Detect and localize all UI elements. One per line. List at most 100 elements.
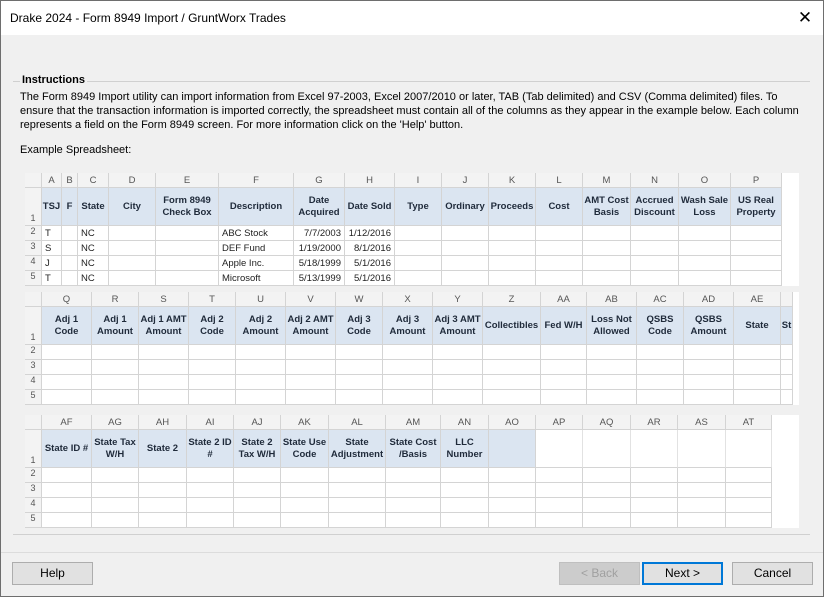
sheet-cell <box>684 360 734 375</box>
sheet-cell <box>489 241 536 256</box>
sheet-cell <box>731 256 782 271</box>
back-button[interactable]: < Back <box>559 562 640 585</box>
row-number: 3 <box>25 241 42 256</box>
column-header: State 2 ID # <box>187 430 234 468</box>
row-number: 1 <box>25 430 42 468</box>
sheet-cell <box>42 498 92 513</box>
sheet-cell <box>441 498 489 513</box>
sheet-cell <box>489 498 536 513</box>
column-header: State Adjustment <box>329 430 386 468</box>
sheet-cell <box>631 513 678 528</box>
sheet-cell: Apple Inc. <box>219 256 294 271</box>
row-number: 2 <box>25 345 42 360</box>
column-letter: AM <box>386 415 441 430</box>
sheet-cell <box>336 375 383 390</box>
sheet-cell <box>678 513 726 528</box>
sheet-cell <box>442 256 489 271</box>
column-letter: AJ <box>234 415 281 430</box>
column-header: Wash Sale Loss <box>679 188 731 226</box>
column-letter: M <box>583 173 631 188</box>
example-spreadsheet-label: Example Spreadsheet: <box>20 144 132 156</box>
sheet-cell <box>679 241 731 256</box>
sheet-cell <box>189 375 236 390</box>
sheet-cell <box>536 498 583 513</box>
sheet-cell: J <box>42 256 62 271</box>
sheet-cell <box>234 483 281 498</box>
sheet-cell <box>189 360 236 375</box>
sheet-cell <box>42 390 92 405</box>
sheet-cell <box>583 513 631 528</box>
sheet-cell <box>286 375 336 390</box>
sheet-cell <box>442 226 489 241</box>
sheet-cell <box>583 241 631 256</box>
cancel-button[interactable]: Cancel <box>732 562 813 585</box>
instructions-heading: Instructions <box>20 74 87 86</box>
column-header <box>583 430 631 468</box>
sheet-cell <box>236 375 286 390</box>
sheet-cell <box>631 468 678 483</box>
sheet-cell <box>583 271 631 286</box>
window-title: Drake 2024 - Form 8949 Import / GruntWor… <box>10 11 286 25</box>
sheet-cell <box>336 345 383 360</box>
example-sheet-columns-a-p: 1 2 3 4 5 A TSJ T S J T B F C State NC NC NC NC D City E Form … <box>25 173 799 286</box>
sheet-cell <box>536 256 583 271</box>
column-letter: H <box>345 173 395 188</box>
sheet-corner <box>25 173 42 188</box>
column-letter: O <box>679 173 731 188</box>
sheet-cell: T <box>42 226 62 241</box>
sheet-cell <box>187 468 234 483</box>
title-bar: Drake 2024 - Form 8949 Import / GruntWor… <box>1 1 823 35</box>
sheet-cell <box>726 513 772 528</box>
close-icon[interactable]: ✕ <box>788 2 822 34</box>
sheet-cell <box>139 375 189 390</box>
sheet-cell <box>187 483 234 498</box>
column-header: Adj 2 Amount <box>236 307 286 345</box>
row-number: 4 <box>25 498 42 513</box>
column-header: Adj 2 AMT Amount <box>286 307 336 345</box>
column-header: Adj 1 AMT Amount <box>139 307 189 345</box>
column-letter: AO <box>489 415 536 430</box>
sheet-cell <box>139 468 187 483</box>
sheet-cell <box>781 390 793 405</box>
column-header: Collectibles <box>483 307 541 345</box>
sheet-cell <box>441 483 489 498</box>
sheet-cell: Microsoft <box>219 271 294 286</box>
sheet-cell <box>734 390 781 405</box>
sheet-cell <box>734 375 781 390</box>
sheet-cell <box>679 256 731 271</box>
column-header: State <box>734 307 781 345</box>
help-button[interactable]: Help <box>12 562 93 585</box>
sheet-cell <box>92 375 139 390</box>
sheet-cell <box>329 513 386 528</box>
sheet-cell <box>139 345 189 360</box>
column-header: Cost <box>536 188 583 226</box>
column-header: AMT Cost Basis <box>583 188 631 226</box>
sheet-cell <box>156 226 219 241</box>
sheet-cell: 5/13/1999 <box>294 271 345 286</box>
sheet-cell: NC <box>78 271 109 286</box>
sheet-cell <box>42 345 92 360</box>
column-letter: Y <box>433 292 483 307</box>
sheet-cell <box>541 345 587 360</box>
column-letter: N <box>631 173 679 188</box>
sheet-cell <box>587 390 637 405</box>
sheet-cell <box>442 241 489 256</box>
sheet-cell <box>42 360 92 375</box>
example-sheet-columns-af-at: 1 2 3 4 5 AF State ID # AG State Tax W/H AH State … <box>25 415 799 528</box>
column-header <box>678 430 726 468</box>
sheet-cell <box>587 375 637 390</box>
column-letter: AN <box>441 415 489 430</box>
column-header: State ID # <box>42 430 92 468</box>
sheet-cell <box>109 256 156 271</box>
sheet-cell: 1/19/2000 <box>294 241 345 256</box>
sheet-cell <box>42 375 92 390</box>
sheet-cell <box>386 498 441 513</box>
sheet-cell <box>536 241 583 256</box>
sheet-cell <box>386 468 441 483</box>
sheet-cell <box>187 498 234 513</box>
sheet-cell <box>536 271 583 286</box>
next-button[interactable]: Next > <box>642 562 723 585</box>
sheet-cell: NC <box>78 241 109 256</box>
column-header: TSJ <box>42 188 62 226</box>
sheet-cell <box>541 375 587 390</box>
